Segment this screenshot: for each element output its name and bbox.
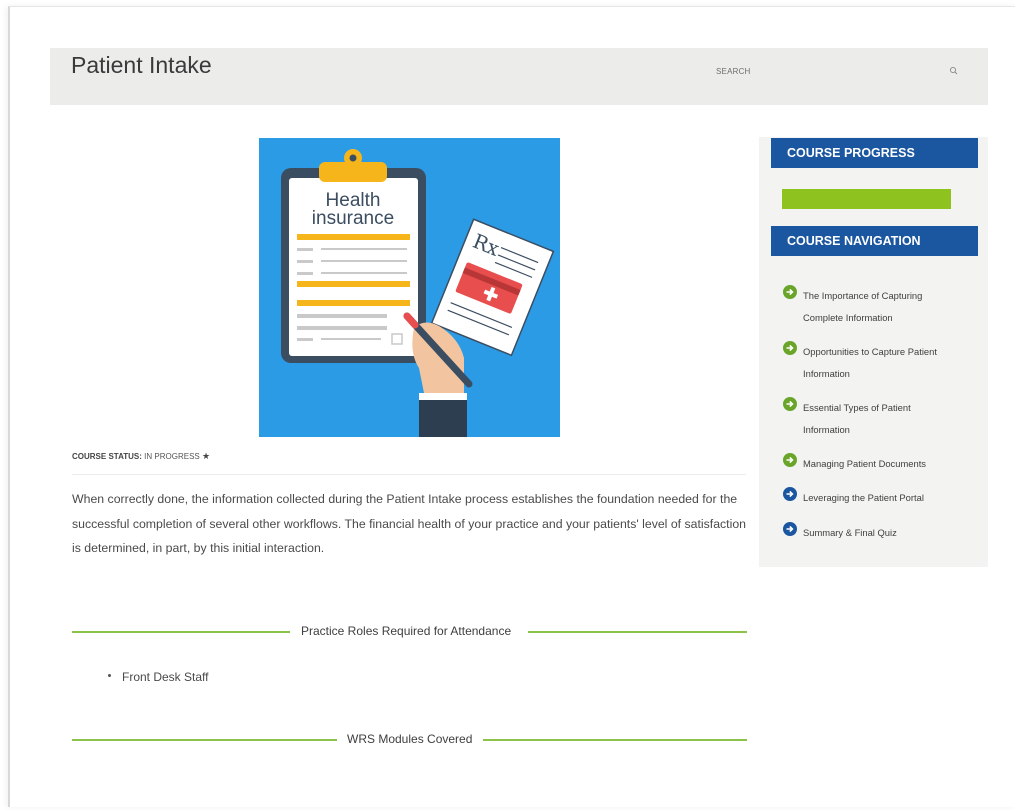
- course-hero-image: Health insurance Rx: [259, 138, 560, 437]
- course-status-value: IN PROGRESS: [144, 452, 200, 461]
- sidebar-item-label: Opportunities to Capture Patient: [803, 346, 937, 357]
- divider: [72, 474, 746, 475]
- course-progress-heading: COURSE PROGRESS: [771, 138, 978, 168]
- course-status: COURSE STATUS: IN PROGRESS ★: [72, 451, 210, 462]
- bullet-icon: [108, 674, 111, 678]
- course-status-label: COURSE STATUS:: [72, 452, 142, 461]
- search-input[interactable]: SEARCH: [716, 67, 751, 76]
- sidebar-item-patient-portal[interactable]: Leveraging the Patient Portal: [783, 487, 983, 509]
- arrow-right-circle-icon: [783, 397, 797, 411]
- arrow-right-circle-icon: [783, 453, 797, 467]
- sidebar-item-label: Information: [803, 424, 850, 435]
- course-description: When correctly done, the information col…: [72, 492, 747, 555]
- sidebar-item-label: Leveraging the Patient Portal: [803, 492, 924, 503]
- sidebar-item-opportunities[interactable]: Opportunities to Capture Patient Informat…: [783, 341, 983, 385]
- arrow-right-circle-icon: [783, 487, 797, 501]
- course-progress-bar: [782, 189, 951, 209]
- course-sidebar: COURSE PROGRESS COURSE NAVIGATION The Im…: [759, 137, 988, 567]
- section-title-roles: Practice Roles Required for Attendance: [301, 624, 512, 638]
- arrow-right-circle-icon: [783, 285, 797, 299]
- hero-title-line2: insurance: [312, 208, 394, 229]
- section-divider-right: [528, 631, 747, 633]
- sidebar-item-label: Essential Types of Patient: [803, 402, 911, 413]
- list-item: Front Desk Staff: [108, 670, 208, 684]
- section-divider-left: [72, 631, 290, 633]
- sidebar-item-importance[interactable]: The Importance of Capturing Complete Info…: [783, 285, 983, 329]
- arrow-right-circle-icon: [783, 341, 797, 355]
- sidebar-item-label: Summary & Final Quiz: [803, 527, 897, 538]
- section-title-modules: WRS Modules Covered: [347, 732, 473, 746]
- section-divider-left: [72, 739, 337, 741]
- page-header: Patient Intake SEARCH: [50, 48, 988, 105]
- role-label: Front Desk Staff: [122, 670, 209, 684]
- sidebar-item-label: Managing Patient Documents: [803, 458, 926, 469]
- arrow-right-circle-icon: [783, 522, 797, 536]
- sidebar-item-summary-quiz[interactable]: Summary & Final Quiz: [783, 522, 983, 544]
- sidebar-item-label: The Importance of Capturing: [803, 290, 923, 301]
- course-progress-fill: [782, 189, 951, 209]
- sidebar-item-managing-documents[interactable]: Managing Patient Documents: [783, 453, 983, 475]
- search-icon[interactable]: [948, 65, 960, 77]
- page-title: Patient Intake: [71, 52, 212, 78]
- sidebar-item-essential-types[interactable]: Essential Types of Patient Information: [783, 397, 983, 441]
- course-navigation-heading: COURSE NAVIGATION: [771, 226, 978, 256]
- sidebar-item-label: Complete Information: [803, 312, 893, 323]
- sidebar-item-label: Information: [803, 368, 850, 379]
- star-icon: ★: [201, 451, 211, 461]
- section-divider-right: [483, 739, 747, 741]
